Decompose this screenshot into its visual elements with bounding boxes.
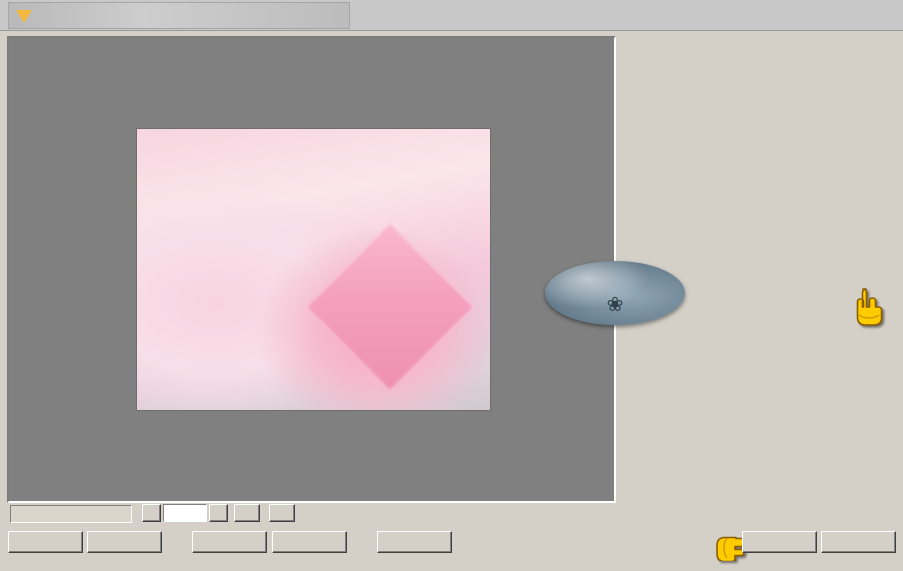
cancel-button[interactable] xyxy=(821,531,896,553)
zoom-toolbar xyxy=(0,503,903,527)
triangle-marker-icon xyxy=(16,10,32,23)
app-logo xyxy=(8,2,350,29)
image-preview-canvas[interactable] xyxy=(7,36,616,503)
reset-button[interactable] xyxy=(272,531,347,553)
ok-button[interactable] xyxy=(742,531,817,553)
zoom-out-button[interactable] xyxy=(209,504,228,522)
save-button[interactable] xyxy=(87,531,162,553)
dialog-button-bar xyxy=(0,531,903,557)
pointing-hand-up-icon xyxy=(849,285,893,326)
progress-bar xyxy=(10,505,132,523)
bead-garland xyxy=(137,129,490,145)
claudia-watermark: ❀ xyxy=(545,261,685,325)
load-button[interactable] xyxy=(8,531,83,553)
porcelain-xl-window: ❀ xyxy=(0,0,903,562)
preview-artwork xyxy=(136,128,491,411)
zoom-level-field[interactable] xyxy=(163,504,207,522)
actual-size-button[interactable] xyxy=(234,504,260,522)
title-bar xyxy=(0,0,903,31)
about-button[interactable] xyxy=(377,531,452,553)
watermark-figure-icon: ❀ xyxy=(606,294,624,316)
pink-diamond-shape xyxy=(305,222,475,392)
fit-to-window-button[interactable] xyxy=(269,504,295,522)
random-button[interactable] xyxy=(192,531,267,553)
zoom-in-button[interactable] xyxy=(142,504,161,522)
